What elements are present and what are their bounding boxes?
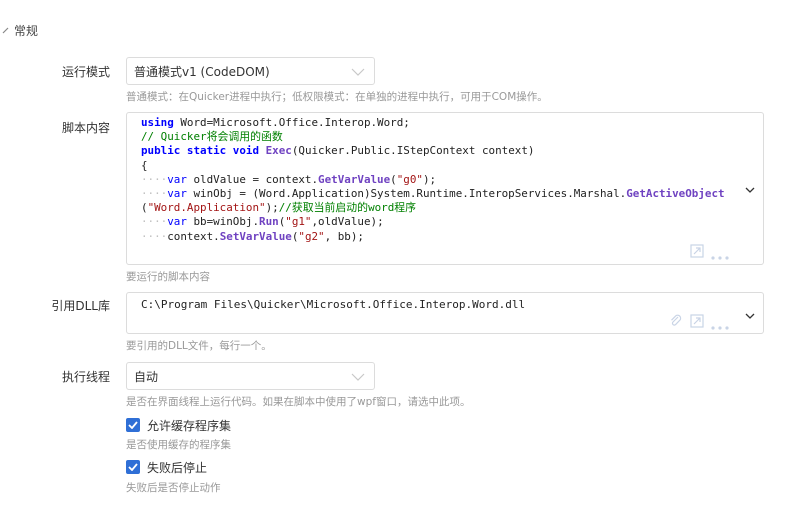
- chevron-icon[interactable]: [0, 20, 12, 40]
- dll-input[interactable]: C:\Program Files\Quicker\Microsoft.Offic…: [126, 292, 764, 334]
- code-line: ("Word.Application");//获取当前启动的word程序: [141, 201, 417, 215]
- thread-label: 执行线程: [61, 370, 110, 384]
- cache-checkbox-row[interactable]: 允许缓存程序集: [126, 417, 231, 433]
- stop-on-fail-checkbox[interactable]: [126, 460, 140, 474]
- dll-label: 引用DLL库: [51, 299, 110, 313]
- cache-checkbox[interactable]: [126, 418, 140, 432]
- code-area[interactable]: using Word=Microsoft.Office.Interop.Word…: [141, 116, 731, 244]
- run-mode-label: 运行模式: [61, 65, 110, 79]
- thread-hint: 是否在界面线程上运行代码。如果在脚本中使用了wpf窗口，请选中此项。: [126, 396, 471, 408]
- run-mode-select[interactable]: 普通模式v1 (CodeDOM): [126, 57, 375, 85]
- stop-on-fail-label[interactable]: 失败后停止: [147, 459, 207, 476]
- chevron-down-icon: [351, 66, 365, 80]
- script-label: 脚本内容: [61, 121, 110, 135]
- expand-icon[interactable]: [690, 314, 704, 331]
- cache-hint: 是否使用缓存的程序集: [126, 439, 231, 451]
- stop-on-fail-hint: 失败后是否停止动作: [126, 482, 221, 494]
- thread-select[interactable]: 自动: [126, 362, 375, 390]
- code-line: public static void Exec(Quicker.Public.I…: [141, 144, 535, 158]
- chevron-down-icon[interactable]: [745, 309, 755, 323]
- more-icon[interactable]: [711, 319, 729, 333]
- dll-value: C:\Program Files\Quicker\Microsoft.Offic…: [141, 298, 526, 311]
- chevron-down-icon[interactable]: [745, 183, 755, 197]
- more-icon[interactable]: [711, 249, 729, 263]
- check-icon: [128, 421, 138, 429]
- stop-on-fail-checkbox-row[interactable]: 失败后停止: [126, 459, 207, 475]
- code-line: using Word=Microsoft.Office.Interop.Word…: [141, 116, 410, 129]
- code-line: ····var oldValue = context.GetVarValue("…: [141, 172, 437, 186]
- expand-icon[interactable]: [690, 244, 704, 261]
- cache-label[interactable]: 允许缓存程序集: [147, 417, 231, 434]
- code-line: ····var bb=winObj.Run("g1",oldValue);: [141, 215, 384, 229]
- check-icon: [128, 463, 138, 471]
- code-line: // Quicker将会调用的函数: [141, 130, 283, 144]
- section-title: 常规: [14, 23, 39, 38]
- run-mode-hint: 普通模式：在Quicker进程中执行；低权限模式：在单独的进程中执行，可用于CO…: [126, 91, 548, 103]
- run-mode-value: 普通模式v1 (CodeDOM): [134, 64, 270, 79]
- thread-value: 自动: [134, 369, 159, 384]
- script-editor[interactable]: using Word=Microsoft.Office.Interop.Word…: [126, 112, 764, 265]
- code-line: ····var winObj = (Word.Application)Syste…: [141, 187, 725, 201]
- chevron-down-icon: [351, 371, 365, 385]
- paperclip-icon[interactable]: [669, 314, 683, 331]
- section-header[interactable]: 常规: [0, 20, 38, 40]
- dll-hint: 要引用的DLL文件，每行一个。: [126, 340, 272, 352]
- code-line: ····context.SetVarValue("g2", bb);: [141, 229, 364, 243]
- script-hint: 要运行的脚本内容: [126, 271, 210, 283]
- code-line: {: [141, 158, 148, 172]
